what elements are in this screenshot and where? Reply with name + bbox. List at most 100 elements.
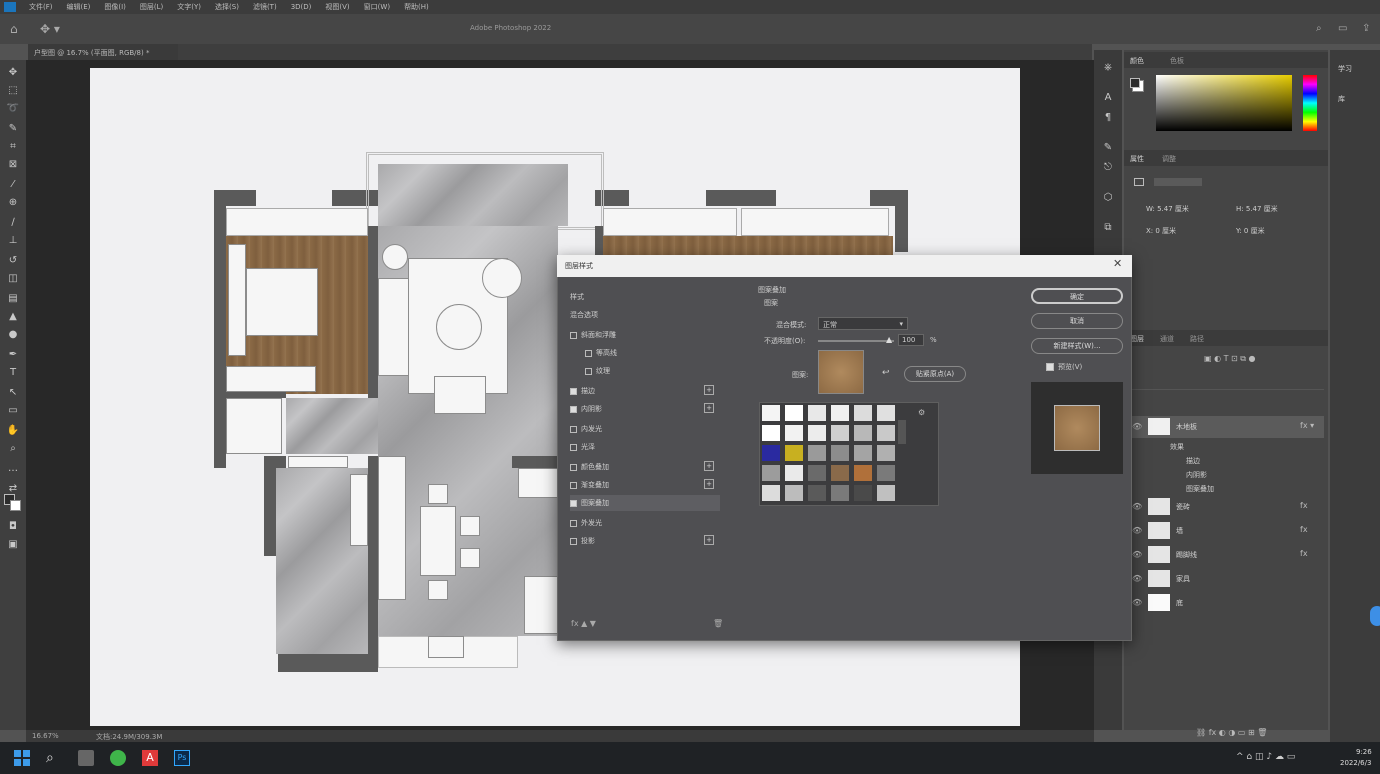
layer-row-selected[interactable]: 👁 木地板 fx ▾	[1128, 416, 1324, 438]
checkbox[interactable]	[585, 367, 592, 375]
prop-width[interactable]: W: 5.47 厘米	[1146, 204, 1189, 214]
new-preset-icon[interactable]: ↩	[882, 368, 890, 378]
quick-select-icon[interactable]: ✎	[6, 122, 20, 136]
pattern-scrollbar[interactable]	[898, 420, 906, 444]
pattern-swatch[interactable]	[785, 445, 803, 461]
fx-icon[interactable]: fx	[1300, 549, 1308, 558]
tab-adjustments[interactable]: 调整	[1156, 150, 1182, 166]
prop-height[interactable]: H: 5.47 厘米	[1236, 204, 1278, 214]
clone-source-icon[interactable]: ⎋	[1102, 162, 1114, 174]
zoom-icon[interactable]: ⌕	[6, 442, 20, 456]
3d-icon[interactable]: ⬡	[1102, 192, 1114, 204]
marquee-icon[interactable]: ⬚	[6, 84, 20, 98]
style-item-bevel[interactable]: 斜面和浮雕	[570, 327, 720, 343]
doc-info[interactable]: 文档:24.9M/309.3M	[96, 732, 162, 742]
new-style-button[interactable]: 新建样式(W)...	[1031, 338, 1123, 354]
checkbox[interactable]	[570, 499, 577, 507]
checkbox[interactable]	[570, 405, 577, 413]
pattern-swatch[interactable]	[808, 405, 826, 421]
style-item-pattern-overlay[interactable]: 图案叠加	[570, 495, 720, 511]
shape-icon[interactable]: ▭	[6, 404, 20, 418]
style-item[interactable]: 样式	[570, 289, 720, 305]
pattern-swatch[interactable]	[877, 405, 895, 421]
pattern-swatch[interactable]	[785, 425, 803, 441]
pattern-swatch[interactable]	[831, 465, 849, 481]
menu-image[interactable]: 图像(I)	[97, 2, 133, 12]
opacity-slider[interactable]	[818, 340, 894, 342]
brush-settings-icon[interactable]: ✎	[1102, 142, 1114, 154]
effect-pattern-overlay[interactable]: 图案叠加	[1186, 484, 1214, 494]
pattern-swatch[interactable]	[785, 485, 803, 501]
menu-filter[interactable]: 滤镜(T)	[246, 2, 284, 12]
tab-swatches[interactable]: 色板	[1164, 52, 1190, 68]
screen-mode-icon[interactable]: ▣	[6, 538, 20, 552]
pattern-swatch[interactable]	[762, 425, 780, 441]
style-item-stroke[interactable]: 描边 +	[570, 383, 720, 399]
color-field[interactable]	[1156, 75, 1292, 131]
pattern-swatch[interactable]	[877, 465, 895, 481]
autocad-icon[interactable]: A	[142, 750, 158, 766]
layer-footer-icons[interactable]: ⛓ fx ◐ ◑ ▭ ⊞ 🗑	[1196, 728, 1267, 737]
pattern-swatch[interactable]	[831, 425, 849, 441]
style-item-inner-glow[interactable]: 内发光	[570, 421, 720, 437]
fx-icon[interactable]: fx ▾	[1300, 421, 1314, 430]
visibility-eye-icon[interactable]: 👁	[1132, 598, 1142, 607]
visibility-eye-icon[interactable]: 👁	[1132, 526, 1142, 535]
document-tab[interactable]: 户型图 @ 16.7% (平面图, RGB/8) *	[28, 44, 178, 60]
style-item-outer-glow[interactable]: 外发光	[570, 515, 720, 531]
pattern-swatch[interactable]	[785, 465, 803, 481]
pattern-swatch[interactable]	[854, 465, 872, 481]
pen-icon[interactable]: ✒	[6, 348, 20, 362]
visibility-eye-icon[interactable]: 👁	[1132, 574, 1142, 583]
checkbox[interactable]	[570, 537, 577, 545]
visibility-eye-icon[interactable]: 👁	[1132, 550, 1142, 559]
photoshop-taskbar-icon[interactable]: Ps	[174, 750, 190, 766]
lasso-icon[interactable]: ➰	[6, 102, 20, 116]
style-item-contour[interactable]: 等高线	[585, 345, 735, 361]
search-icon[interactable]: ⌕	[1316, 23, 1322, 34]
pattern-swatch[interactable]	[831, 445, 849, 461]
pattern-swatch[interactable]	[854, 485, 872, 501]
zoom-level[interactable]: 16.67%	[32, 732, 59, 740]
frame-icon[interactable]: ⊠	[6, 158, 20, 172]
prop-y[interactable]: Y: 0 厘米	[1236, 226, 1265, 236]
history-icon[interactable]: ⎈	[1102, 62, 1114, 74]
style-item-inner-shadow[interactable]: 内阴影 +	[570, 401, 720, 417]
prop-x[interactable]: X: 0 厘米	[1146, 226, 1176, 236]
clock-time[interactable]: 9:26	[1356, 748, 1372, 756]
type-icon[interactable]: T	[6, 366, 20, 380]
dodge-icon[interactable]: ●	[6, 328, 20, 342]
delete-icon[interactable]: 🗑	[713, 619, 723, 628]
layer-name[interactable]: 墙	[1176, 526, 1183, 536]
pattern-swatch[interactable]	[762, 465, 780, 481]
tab-properties[interactable]: 属性	[1124, 150, 1150, 166]
task-view-icon[interactable]	[78, 750, 94, 766]
checkbox[interactable]	[570, 425, 577, 433]
pattern-swatch[interactable]	[831, 485, 849, 501]
opacity-input[interactable]: 100	[898, 334, 924, 346]
style-item-drop-shadow[interactable]: 投影 +	[570, 533, 720, 549]
snap-to-origin-button[interactable]: 贴紧原点(A)	[904, 366, 966, 382]
menu-layer[interactable]: 图层(L)	[133, 2, 170, 12]
libraries-tab[interactable]: 库	[1338, 94, 1345, 104]
layer-row[interactable]: 👁 墙 fx	[1128, 520, 1324, 542]
close-icon[interactable]: ✕	[1113, 257, 1122, 270]
style-item-gradient-overlay[interactable]: 渐变叠加 +	[570, 477, 720, 493]
add-icon[interactable]: +	[704, 479, 714, 489]
pattern-swatch[interactable]	[877, 445, 895, 461]
menu-select[interactable]: 选择(S)	[208, 2, 246, 12]
side-handle[interactable]	[1370, 606, 1380, 626]
eyedropper-icon[interactable]: ⁄	[6, 178, 20, 192]
pattern-swatch[interactable]	[877, 425, 895, 441]
checkbox[interactable]	[585, 349, 592, 357]
tab-paths[interactable]: 路径	[1184, 330, 1210, 346]
share-icon[interactable]: ⇪	[1362, 23, 1370, 34]
more-tools-icon[interactable]: …	[6, 462, 20, 476]
checkbox[interactable]	[570, 519, 577, 527]
checkbox[interactable]	[570, 443, 577, 451]
layer-row[interactable]: 👁 踢脚线 fx	[1128, 544, 1324, 566]
pattern-swatch[interactable]	[854, 425, 872, 441]
pattern-swatch[interactable]	[808, 425, 826, 441]
layer-row[interactable]: 👁 瓷砖 fx	[1128, 496, 1324, 518]
menu-view[interactable]: 视图(V)	[318, 2, 356, 12]
